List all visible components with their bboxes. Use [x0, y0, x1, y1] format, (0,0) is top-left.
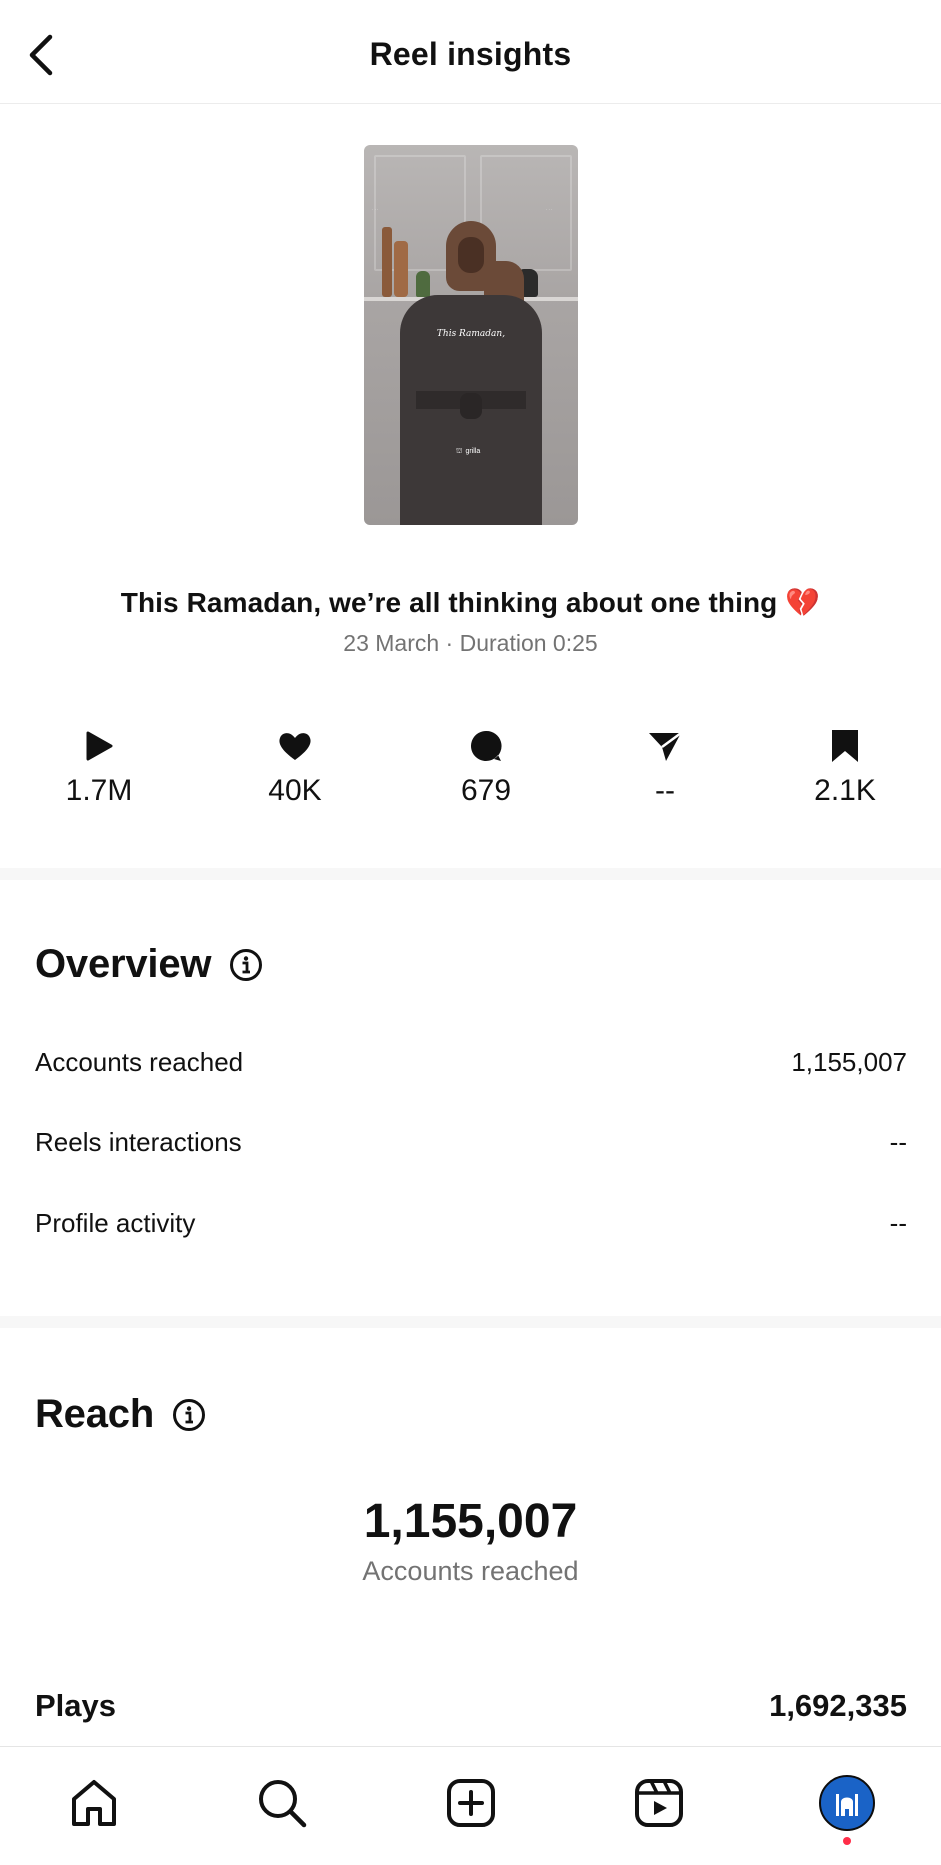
reach-header: Reach: [35, 1392, 206, 1437]
row-label: Accounts reached: [35, 1047, 244, 1077]
row-label: Reels interactions: [35, 1127, 242, 1157]
plays-row: Plays 1,692,335: [35, 1688, 907, 1724]
belt-knot: [460, 393, 482, 419]
overview-row-accounts-reached[interactable]: Accounts reached 1,155,007: [35, 1047, 907, 1078]
overview-info-button[interactable]: [229, 948, 263, 982]
face: [458, 237, 484, 273]
profile-avatar: [819, 1775, 875, 1831]
bottom-nav: [0, 1746, 941, 1865]
thumb-tiny-text: · · ·: [372, 207, 379, 212]
reach-subtitle: Accounts reached: [362, 1556, 579, 1586]
reel-thumbnail[interactable]: · · · · · · This Ramadan, ⛫ grilla: [364, 145, 578, 525]
thumbnail-logo: ⛫ grilla: [456, 447, 480, 456]
nav-profile[interactable]: [815, 1771, 879, 1835]
reach-title: Reach: [35, 1392, 155, 1436]
overview-row-profile-activity[interactable]: Profile activity --: [35, 1208, 907, 1239]
nav-create[interactable]: [439, 1771, 503, 1835]
likes-count: 40K: [268, 774, 322, 807]
reels-icon: [635, 1779, 683, 1827]
row-label: Profile activity: [35, 1208, 196, 1238]
stat-comments: 679: [416, 724, 556, 808]
overview-title: Overview: [35, 942, 212, 986]
overview-header: Overview: [35, 942, 263, 987]
shares-count: --: [655, 774, 675, 807]
kitchen-shelf: [518, 297, 578, 301]
create-icon: [447, 1779, 495, 1827]
info-icon: [173, 1398, 206, 1431]
cutting-board: [382, 227, 392, 297]
brand-mark-icon: ⛫: [456, 448, 463, 455]
reel-caption: This Ramadan, we’re all thinking about o…: [120, 587, 821, 618]
overview-row-reels-interactions[interactable]: Reels interactions --: [35, 1127, 907, 1158]
comment-icon: [471, 730, 502, 761]
thumb-tiny-text: · · ·: [546, 207, 553, 212]
plays-count: 1.7M: [65, 774, 133, 807]
info-icon: [230, 948, 263, 981]
top-bar: Reel insights: [0, 0, 941, 104]
play-icon: [86, 731, 113, 761]
share-icon: [649, 731, 682, 761]
reach-info-button[interactable]: [172, 1398, 206, 1432]
comments-count: 679: [460, 774, 512, 807]
heart-icon: [279, 733, 311, 760]
home-icon: [72, 1780, 116, 1826]
stat-plays: 1.7M: [29, 724, 169, 808]
stat-likes: 40K: [225, 724, 365, 808]
row-value: --: [889, 1208, 907, 1238]
plant-pot: [416, 271, 430, 297]
notification-dot: [843, 1837, 851, 1845]
stat-shares: --: [595, 724, 735, 808]
row-value: --: [889, 1127, 907, 1157]
plays-label: Plays: [35, 1688, 117, 1723]
thumbnail-caption: This Ramadan,: [436, 329, 506, 339]
saves-count: 2.1K: [814, 774, 876, 807]
reel-meta: 23 March · Duration 0:25: [343, 630, 598, 656]
kitchen-shelf: [364, 297, 424, 301]
bookmark-icon: [832, 730, 858, 762]
search-icon: [259, 1780, 307, 1828]
nav-home[interactable]: [62, 1771, 126, 1835]
section-divider: [0, 1316, 941, 1328]
mosque-icon: [836, 1794, 858, 1816]
cutting-board: [394, 241, 408, 297]
row-value: 1,155,007: [791, 1047, 907, 1077]
stat-saves: 2.1K: [775, 724, 915, 808]
page-title: Reel insights: [369, 36, 572, 72]
nav-search[interactable]: [250, 1771, 314, 1835]
brand-name: grilla: [465, 448, 481, 455]
reach-total: 1,155,007: [363, 1495, 578, 1548]
plays-value: 1,692,335: [769, 1688, 907, 1723]
nav-reels[interactable]: [627, 1771, 691, 1835]
section-divider: [0, 868, 941, 880]
